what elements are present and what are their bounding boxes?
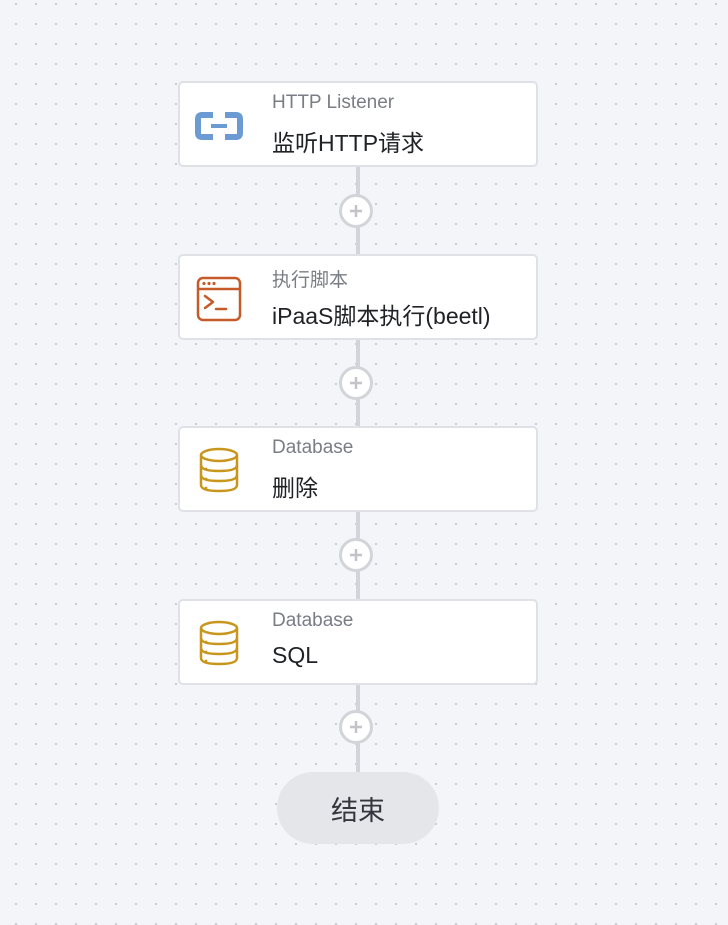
node-type-label: Database <box>272 610 354 631</box>
flow-node-http-listener[interactable]: HTTP Listener 监听HTTP请求 <box>178 81 538 167</box>
end-node[interactable]: 结束 <box>277 772 439 844</box>
terminal-icon <box>194 274 244 324</box>
node-name-label: iPaaS脚本执行(beetl) <box>272 303 491 329</box>
plus-icon <box>350 377 362 389</box>
node-type-label: HTTP Listener <box>272 92 395 113</box>
add-step-button[interactable] <box>339 194 373 228</box>
node-name-label: 删除 <box>272 475 318 501</box>
node-type-label: Database <box>272 437 354 458</box>
plus-icon <box>350 549 362 561</box>
node-name-label: SQL <box>272 642 319 668</box>
flow-node-database-sql[interactable]: Database SQL <box>178 599 538 685</box>
add-step-button[interactable] <box>339 710 373 744</box>
plus-icon <box>350 721 362 733</box>
http-listener-icon <box>194 101 244 151</box>
flow-node-database-delete[interactable]: Database 删除 <box>178 426 538 512</box>
database-icon <box>194 446 244 496</box>
add-step-button[interactable] <box>339 366 373 400</box>
flow-node-script[interactable]: 执行脚本 iPaaS脚本执行(beetl) <box>178 254 538 340</box>
database-icon <box>194 619 244 669</box>
end-node-label: 结束 <box>331 795 385 826</box>
plus-icon <box>350 205 362 217</box>
add-step-button[interactable] <box>339 538 373 572</box>
node-type-label: 执行脚本 <box>272 270 349 291</box>
flow-canvas: HTTP Listener 监听HTTP请求 执行脚本 iPaaS脚本执行(be… <box>0 0 728 925</box>
node-name-label: 监听HTTP请求 <box>272 130 425 156</box>
